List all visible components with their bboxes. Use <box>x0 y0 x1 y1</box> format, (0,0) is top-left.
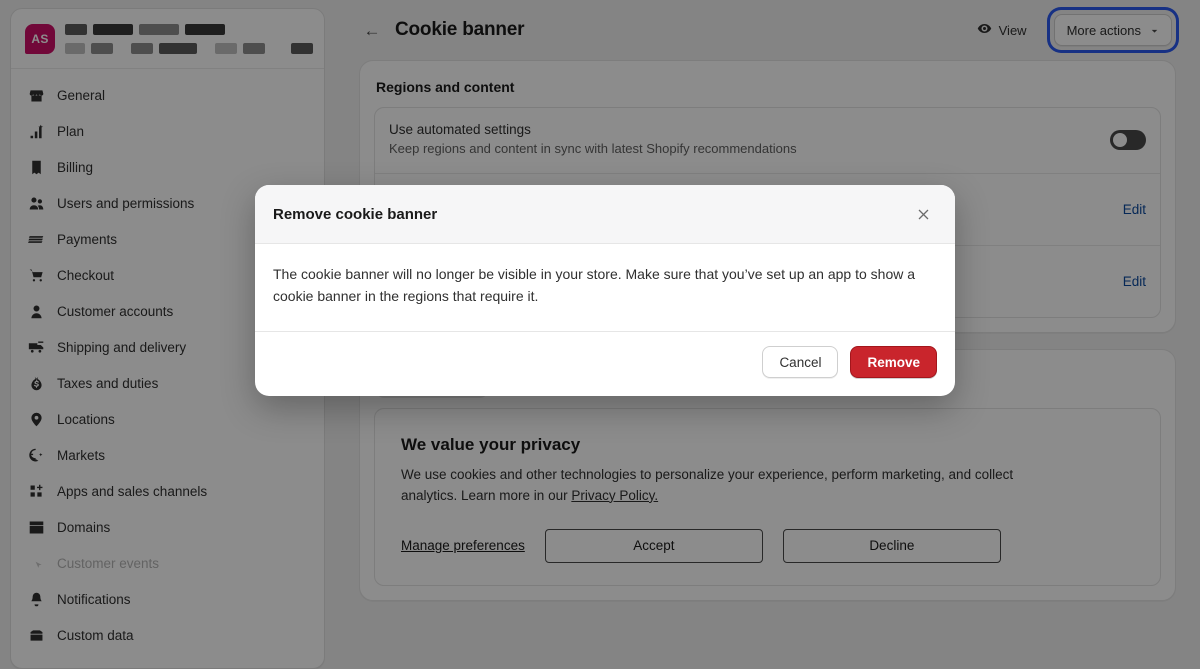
cancel-button[interactable]: Cancel <box>762 346 839 379</box>
dialog-body: The cookie banner will no longer be visi… <box>255 244 955 333</box>
remove-button[interactable]: Remove <box>850 346 937 379</box>
app-root: AS General Plan Billing Users and permis… <box>0 0 1200 669</box>
close-icon[interactable] <box>909 200 937 228</box>
dialog-header: Remove cookie banner <box>255 185 955 244</box>
dialog-title: Remove cookie banner <box>273 205 438 223</box>
remove-cookie-banner-dialog: Remove cookie banner The cookie banner w… <box>255 185 955 397</box>
dialog-footer: Cancel Remove <box>255 332 955 396</box>
